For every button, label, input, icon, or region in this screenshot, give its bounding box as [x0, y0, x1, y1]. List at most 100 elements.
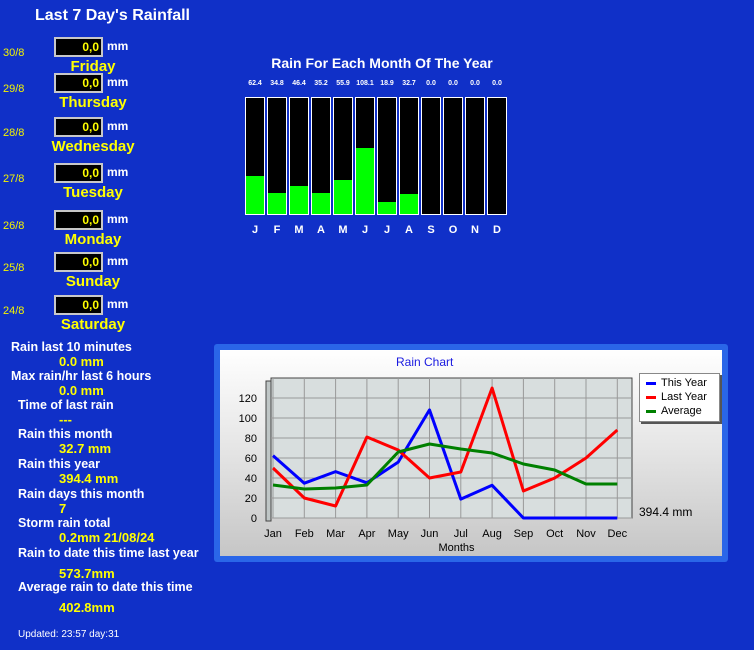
day-date: 29/8 [3, 83, 25, 95]
day-name: Tuesday [63, 184, 123, 201]
month-bar-month-label: M [294, 224, 304, 236]
stat-label: Time of last rain [18, 398, 114, 412]
day-rain-value: 0,0 [54, 117, 103, 137]
y-tick-label: 0 [251, 513, 257, 525]
x-tick-label: Feb [295, 528, 314, 540]
x-tick-label: Dec [608, 528, 628, 540]
stat-label: Rain to date this time last year [18, 546, 199, 560]
stat-value: 32.7 mm [59, 441, 112, 456]
page-title: Last 7 Day's Rainfall [35, 7, 190, 24]
y-tick-label: 60 [245, 453, 257, 465]
day-name: Thursday [59, 94, 127, 111]
stat-value: 7 [59, 501, 67, 516]
month-bar-month-label: F [273, 224, 281, 236]
y-tick-label: 100 [239, 413, 257, 425]
stat-label: Max rain/hr last 6 hours [11, 369, 152, 383]
day-name: Saturday [60, 316, 126, 333]
x-tick-label: Sep [514, 528, 534, 540]
day-date: 25/8 [3, 262, 25, 274]
month-bar [290, 186, 308, 214]
x-tick-label: Apr [358, 528, 375, 540]
month-bar [268, 193, 286, 214]
x-tick-label: May [388, 528, 409, 540]
day-name: Wednesday [51, 138, 135, 155]
month-bar-month-label: A [405, 224, 413, 236]
year-total-label: 394.4 mm [639, 505, 693, 519]
day-unit: mm [107, 212, 129, 226]
stat-value: --- [59, 412, 72, 427]
y-tick-label: 40 [245, 473, 257, 485]
day-date: 28/8 [3, 127, 25, 139]
month-bar-month-label: N [471, 224, 479, 236]
day-name: Sunday [65, 273, 121, 290]
y-tick-label: 120 [239, 393, 257, 405]
legend-label: Average [661, 405, 702, 417]
month-bar-column [443, 97, 463, 215]
stat-value: 0.2mm 21/08/24 [59, 530, 155, 545]
y-tick-label: 80 [245, 433, 257, 445]
stat-label: Rain this year [18, 457, 100, 471]
updated-label: Updated: 23:57 day:31 [18, 629, 120, 640]
month-bar-column [465, 97, 485, 215]
y-tick-label: 20 [245, 493, 257, 505]
day-date: 24/8 [3, 305, 25, 317]
legend-swatch [646, 381, 656, 385]
month-bar-month-label: J [361, 224, 369, 236]
stat-label: Storm rain total [18, 516, 111, 530]
x-tick-label: Aug [482, 528, 502, 540]
month-bar [400, 194, 418, 214]
x-tick-label: Jun [421, 528, 439, 540]
stat-label: Rain this month [18, 427, 113, 441]
day-rain-value: 0,0 [54, 210, 103, 230]
day-date: 30/8 [3, 47, 25, 59]
month-bar-month-label: D [493, 224, 501, 236]
day-unit: mm [107, 297, 129, 311]
legend-swatch [646, 409, 656, 413]
day-name: Monday [64, 231, 122, 248]
rain-chart-legend: This Year Last Year Average [639, 373, 720, 422]
stat-value: 0.0 mm [59, 354, 104, 369]
monthly-bar-chart-title: Rain For Each Month Of The Year [271, 55, 493, 71]
month-bar [312, 193, 330, 214]
day-rain-value: 0,0 [54, 73, 103, 93]
day-unit: mm [107, 254, 129, 268]
month-bar-month-label: S [427, 224, 435, 236]
month-bar-column [377, 97, 397, 215]
day-unit: mm [107, 165, 129, 179]
month-bar [356, 148, 374, 214]
day-rain-value: 0,0 [54, 295, 103, 315]
day-unit: mm [107, 119, 129, 133]
day-rain-value: 0,0 [54, 163, 103, 183]
month-bar [246, 176, 264, 214]
x-tick-label: Mar [326, 528, 345, 540]
legend-item: Last Year [646, 391, 707, 404]
legend-label: This Year [661, 377, 707, 389]
stat-label: Rain last 10 minutes [11, 340, 132, 354]
stat-value: 402.8mm [59, 600, 115, 615]
stat-value: 394.4 mm [59, 471, 119, 486]
plot-wall [265, 380, 272, 522]
month-bar-column [487, 97, 507, 215]
month-bar [334, 180, 352, 214]
day-rain-value: 0,0 [54, 37, 103, 57]
month-bar [378, 202, 396, 214]
x-axis-label: Months [438, 542, 475, 554]
day-rain-value: 0,0 [54, 252, 103, 272]
month-bar-value-label: 0.0 [492, 80, 502, 87]
month-bar-month-label: J [251, 224, 259, 236]
legend-label: Last Year [661, 391, 707, 403]
x-tick-label: Jul [454, 528, 468, 540]
month-bar-month-label: A [317, 224, 325, 236]
legend-swatch [646, 395, 656, 399]
day-unit: mm [107, 39, 129, 53]
stat-value: 573.7mm [59, 566, 115, 581]
x-tick-label: Jan [264, 528, 282, 540]
day-unit: mm [107, 75, 129, 89]
day-date: 26/8 [3, 220, 25, 232]
legend-item: This Year [646, 377, 707, 390]
month-bar-month-label: O [448, 224, 458, 236]
month-bar-month-label: J [383, 224, 391, 236]
x-tick-label: Nov [576, 528, 596, 540]
stat-label: Rain days this month [18, 487, 145, 501]
day-date: 27/8 [3, 173, 25, 185]
